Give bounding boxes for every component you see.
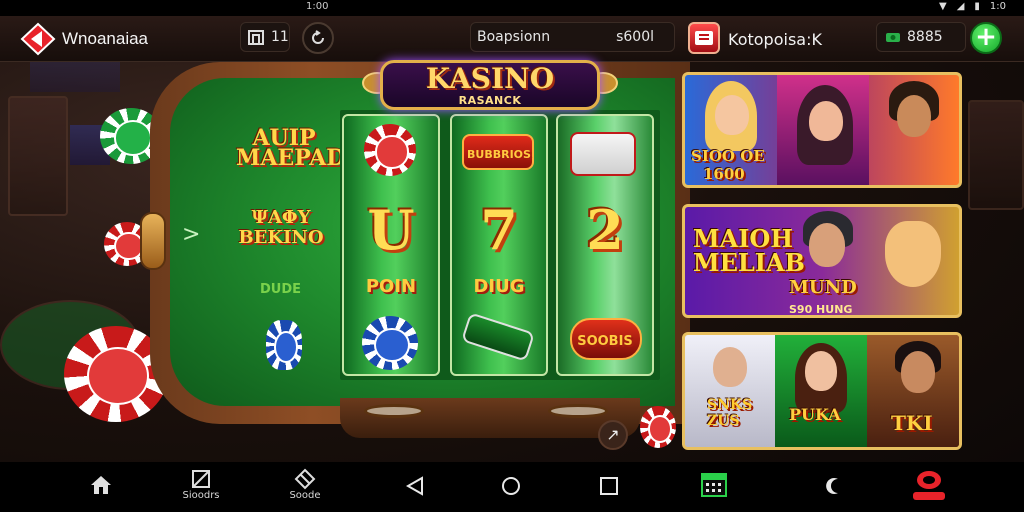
reel-1-word: POIN — [365, 276, 417, 297]
status-clock: 1:0 — [989, 1, 1006, 12]
card-1-face-2 — [809, 101, 843, 141]
reel-3-bottom-label: SOOBIS — [577, 334, 633, 349]
shop-icon[interactable] — [688, 22, 720, 54]
blue-chip-stack — [266, 320, 302, 370]
reel-2-word: DIUG — [473, 276, 525, 297]
wallet-icon — [248, 30, 264, 45]
moon-icon[interactable] — [824, 475, 846, 497]
reel-2-top-label: BUBBRIOS — [467, 148, 531, 161]
home-circle-icon[interactable] — [500, 475, 522, 497]
banner-subtitle: RASANCK — [458, 94, 522, 107]
brand-name: Wnoanaiaa — [62, 29, 149, 48]
card-3-title: SNKS ZUS — [707, 397, 753, 429]
small-red-chip — [640, 406, 676, 448]
tag-icon — [294, 468, 316, 490]
left-symbol-1: AUIP MAEPADES — [236, 125, 378, 171]
reel-1-chip-icon — [364, 124, 416, 176]
nav-codes-label: Soode — [289, 490, 321, 501]
nav-gifts-label: Sioodrs — [182, 490, 220, 501]
card-2-badge: MUND — [789, 277, 857, 298]
bottom-nav-bar: Sioodrs Soode — [0, 462, 1024, 512]
balance-pill[interactable]: Boapsionn s600l — [470, 22, 675, 52]
wifi-icon: ▼ — [938, 1, 947, 12]
coins-pill[interactable]: 8885 — [876, 22, 966, 52]
tray-slot — [548, 404, 608, 418]
banner-title: KASINO — [425, 62, 555, 95]
game-card-2[interactable]: MAIOH MELIAB MUND S90 HUNG — [682, 204, 962, 318]
signal-icon: ◢ — [956, 1, 965, 12]
wallet-label: 11 — [271, 29, 289, 45]
table-rim-notch — [140, 212, 166, 270]
card-1-face-1 — [715, 95, 749, 135]
casino-screen: 1:00 ▼ ◢ ▮ 1:0 Wnoanaiaa 11 Boapsionn s6… — [0, 0, 1024, 512]
card-3-face-2 — [805, 351, 837, 391]
back-icon[interactable] — [404, 475, 426, 497]
reel-2-digit: 7 — [480, 198, 518, 262]
reel-3-digit: 2 — [586, 198, 624, 262]
balance-label: Boapsionn — [477, 29, 551, 45]
status-icons: ▼ ◢ ▮ 1:0 — [939, 1, 1006, 12]
profile-icon[interactable] — [910, 468, 948, 502]
nav-home[interactable] — [86, 474, 116, 496]
status-time: 1:00 — [306, 1, 329, 12]
card-2-creature-face — [885, 221, 941, 287]
refresh-icon — [312, 30, 324, 44]
top-app-bar: Wnoanaiaa 11 Boapsionn s600l Kotopoisa:K… — [0, 16, 1024, 62]
left-symbol-2: ΨΑΦΥ BEKINO — [238, 207, 324, 248]
card-2-footer: S90 HUNG — [789, 303, 853, 316]
felt-arrow-icon: > — [182, 222, 201, 247]
expand-button[interactable]: ↗ — [598, 420, 628, 450]
reel-3-ticket-icon — [570, 132, 636, 176]
calendar-icon[interactable] — [700, 470, 728, 498]
ticket-icon — [695, 31, 713, 45]
gift-icon — [192, 470, 210, 488]
nav-gifts[interactable]: Sioodrs — [176, 468, 226, 501]
background-slot-machine — [8, 96, 68, 216]
shop-label[interactable]: Kotopoisa:K — [728, 30, 822, 49]
reel-1-digit: U — [367, 198, 415, 262]
background-screen — [30, 62, 120, 92]
card-2-face-1 — [809, 223, 845, 267]
status-bar: 1:00 ▼ ◢ ▮ 1:0 — [0, 0, 1024, 16]
background-slot-machine — [968, 100, 1024, 210]
card-3-face-1 — [713, 347, 747, 387]
card-2-title: MAIOH MELIAB — [693, 224, 805, 277]
brand-logo-icon[interactable] — [20, 22, 56, 56]
game-card-1[interactable]: SIOO OE 1600 — [682, 72, 962, 188]
add-coins-button[interactable]: + — [970, 22, 1002, 54]
home-icon — [91, 476, 111, 494]
left-tag: DUDE — [260, 282, 302, 297]
game-card-3[interactable]: SNKS ZUS PUKA TKI — [682, 332, 962, 450]
card-3-face-3 — [901, 351, 935, 393]
recents-icon[interactable] — [598, 475, 620, 497]
nav-codes[interactable]: Soode — [280, 468, 330, 501]
coins-icon — [886, 33, 900, 42]
coins-value: 8885 — [907, 29, 943, 45]
wallet-pill[interactable]: 11 — [240, 22, 290, 52]
reel-1-blue-chip-icon — [362, 316, 418, 370]
balance-value: s600l — [616, 29, 654, 45]
card-3-badge: PUKA — [789, 405, 841, 424]
tray-slot — [364, 404, 424, 418]
card-3-tag: TKI — [891, 411, 933, 435]
timer-button[interactable] — [302, 22, 334, 54]
card-1-face-3 — [897, 95, 931, 137]
battery-icon: ▮ — [974, 1, 980, 12]
card-1-subtitle: 1600 — [703, 165, 745, 183]
card-1-title: SIOO OE — [691, 147, 765, 165]
